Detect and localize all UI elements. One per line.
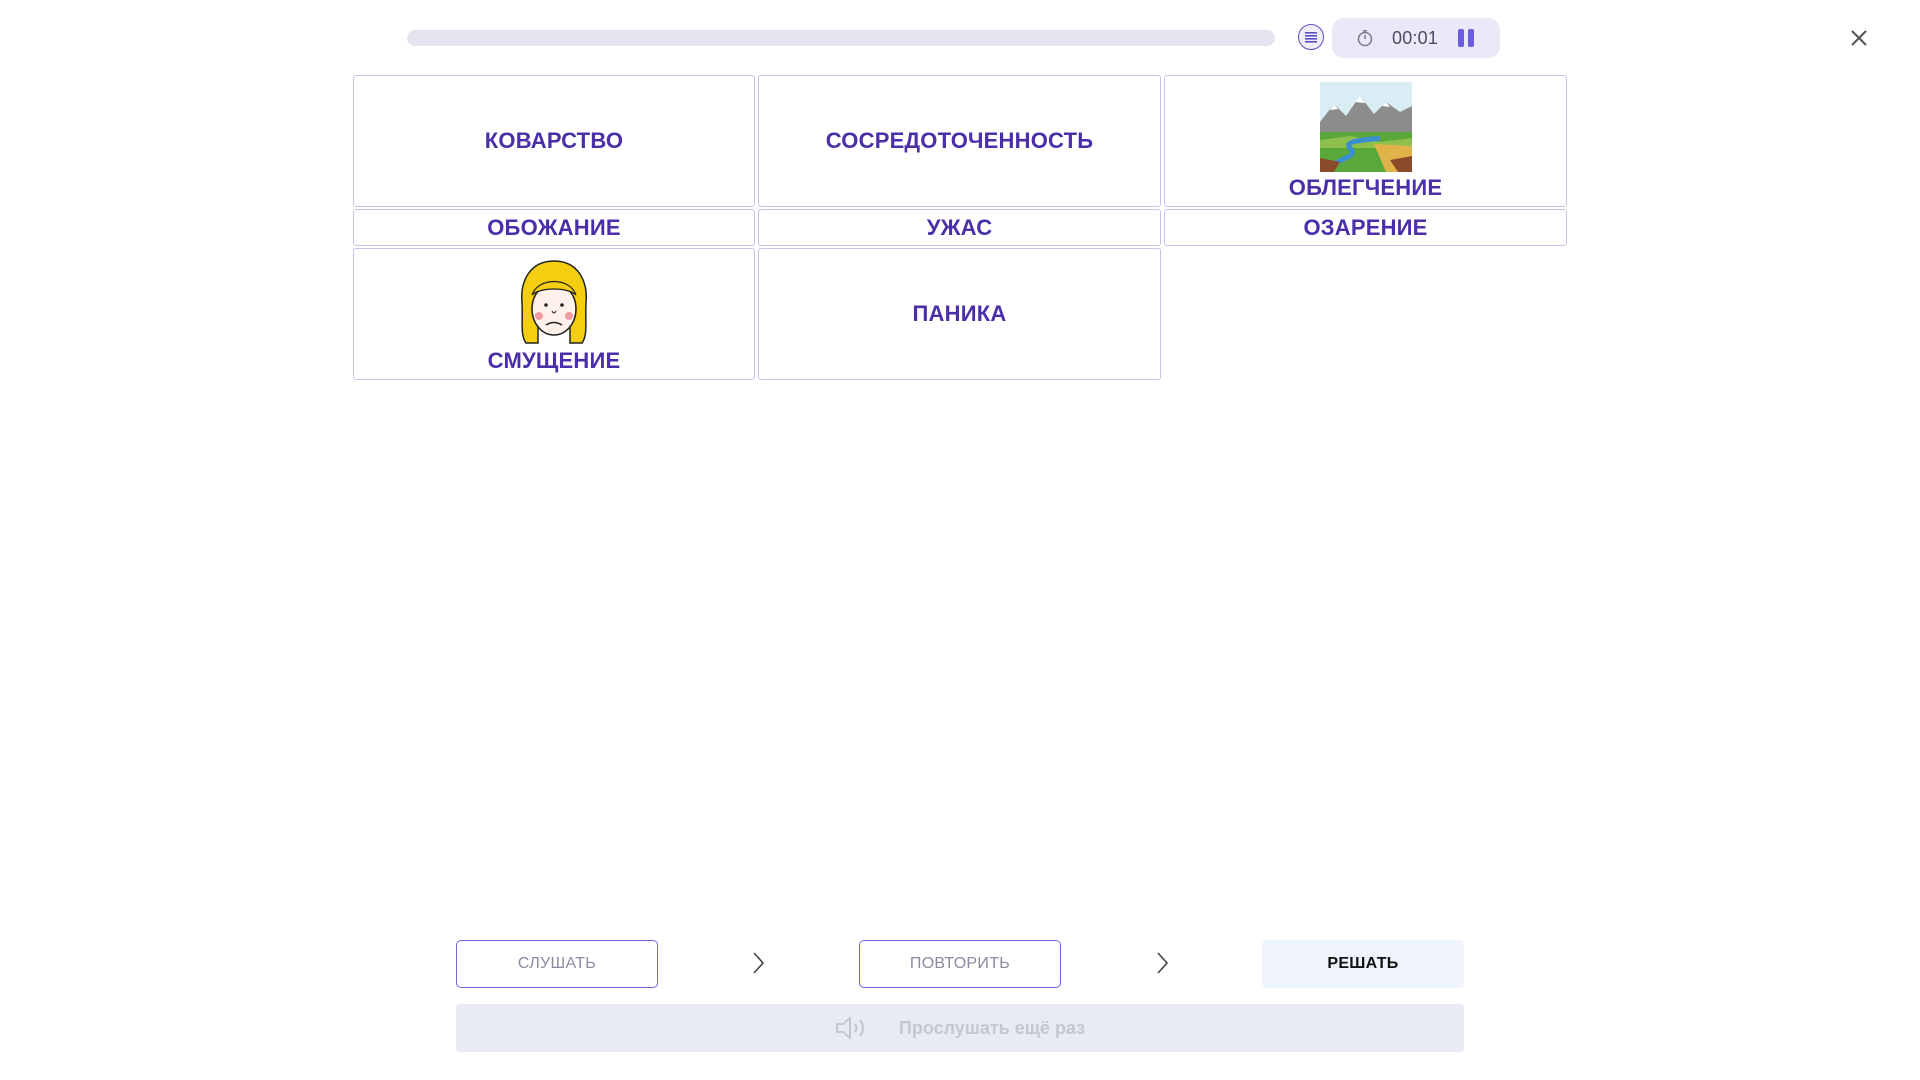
pause-icon-right-bar [1468,29,1474,47]
speaker-icon [835,1017,864,1039]
pause-icon-left-bar [1458,29,1464,47]
face-picture [521,260,587,344]
card-oblegchenie[interactable]: ОБЛЕГЧЕНИЕ [1164,75,1567,207]
card-label: УЖАС [926,214,993,240]
repeat-step-button[interactable]: ПОВТОРИТЬ [859,940,1061,988]
replay-audio-button[interactable]: Прослушать ещё раз [456,1004,1464,1052]
card-label: КОВАРСТВО [484,128,624,153]
card-label: ПАНИКА [912,301,1007,326]
card-kovarstvo[interactable]: КОВАРСТВО [353,75,755,207]
card-label: ОБЛЕГЧЕНИЕ [1288,175,1443,200]
card-ozarenie[interactable]: ОЗАРЕНИЕ [1164,209,1567,246]
card-uzhas[interactable]: УЖАС [758,209,1161,246]
stopwatch-icon [1357,30,1373,47]
card-label: СОСРЕДОТОЧЕННОСТЬ [825,128,1094,153]
chevron-right-icon [753,952,765,974]
listen-step-button[interactable]: СЛУШАТЬ [456,940,658,988]
card-smushchenie[interactable]: СМУЩЕНИЕ [353,248,755,380]
card-panika[interactable]: ПАНИКА [758,248,1161,380]
replay-label: Прослушать ещё раз [898,1017,1086,1038]
chevron-right-icon [1157,952,1169,974]
repeat-step-label: ПОВТОРИТЬ [909,955,1011,972]
solve-step-label: РЕШАТЬ [1327,955,1399,972]
card-obozhanie[interactable]: ОБОЖАНИЕ [353,209,755,246]
timer-value: 00:01 [1392,28,1439,48]
timer-panel: 00:01 [1332,18,1500,58]
task-list-button[interactable] [1298,24,1324,50]
card-label: ОЗАРЕНИЕ [1303,214,1428,240]
listen-step-label: СЛУШАТЬ [517,955,597,972]
card-sosredotochennost[interactable]: СОСРЕДОТОЧЕННОСТЬ [758,75,1161,207]
card-label: СМУЩЕНИЕ [487,348,621,373]
list-icon [1305,32,1317,43]
card-label: ОБОЖАНИЕ [487,214,621,240]
close-icon[interactable] [1845,24,1873,52]
landscape-picture [1319,82,1412,172]
solve-step-button[interactable]: РЕШАТЬ [1262,940,1464,988]
progress-bar [407,30,1275,46]
pause-button[interactable] [1458,29,1476,47]
